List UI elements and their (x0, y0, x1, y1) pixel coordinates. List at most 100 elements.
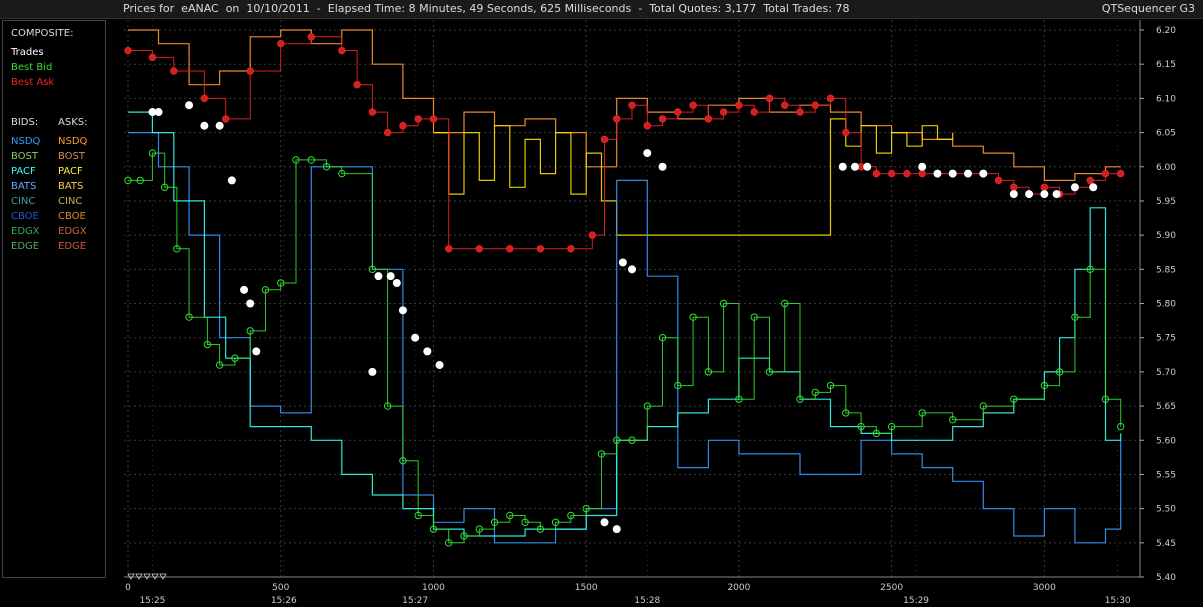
point-trade (154, 108, 163, 117)
point-trade (246, 299, 255, 308)
y-axis: 5.40 5.45 5.50 5.55 5.60 5.65 5.70 5.75 5.80 5.85… (1139, 20, 1176, 583)
x-time-label: 15:28 (634, 596, 660, 606)
point-best-ask (536, 245, 545, 253)
point-best-ask (445, 245, 453, 253)
point-best-ask (1117, 169, 1125, 178)
point-best-ask (994, 176, 1003, 185)
point-trade (658, 162, 667, 171)
point-best-ask (429, 115, 438, 123)
x-tick-label: 500 (272, 583, 289, 593)
point-best-ask (628, 101, 636, 109)
point-trade (964, 169, 972, 178)
point-best-ask (200, 94, 209, 103)
x-time-label: 15:26 (271, 596, 297, 606)
point-trade (185, 101, 194, 110)
point-trade (374, 272, 383, 281)
point-trade (1040, 190, 1049, 199)
point-trade (979, 169, 988, 178)
point-trade (1089, 183, 1098, 192)
point-trade (850, 162, 859, 171)
point-best-ask (1101, 169, 1110, 178)
point-trade (240, 285, 249, 294)
y-tick-label: 6.10 (1156, 94, 1176, 104)
point-best-ask (148, 53, 157, 62)
point-trade (386, 272, 395, 281)
point-best-ask (1086, 176, 1094, 185)
y-tick-label: 5.80 (1156, 300, 1176, 310)
point-best-ask (689, 101, 697, 109)
price-chart: 5.40 5.45 5.50 5.55 5.60 5.65 5.70 5.75 5.80 5.85… (124, 20, 1176, 606)
point-best-ask (277, 39, 285, 48)
point-best-ask (750, 108, 758, 116)
point-best-ask (643, 122, 651, 130)
y-tick-label: 6.05 (1156, 129, 1176, 139)
point-trade (423, 347, 432, 356)
y-tick-label: 5.65 (1156, 402, 1176, 412)
point-best-ask (353, 81, 361, 89)
point-trade (933, 169, 942, 178)
point-trade (1025, 190, 1034, 199)
point-trade (200, 121, 209, 130)
point-trade (1052, 190, 1061, 199)
point-best-ask (124, 46, 132, 55)
x-tick-label: 2000 (727, 583, 750, 593)
point-trade (643, 149, 652, 158)
y-tick-label: 5.60 (1156, 436, 1176, 446)
point-trade (435, 361, 444, 370)
y-tick-label: 5.45 (1156, 539, 1176, 549)
y-tick-label: 5.55 (1156, 470, 1176, 480)
point-best-ask (765, 94, 774, 103)
point-best-ask (222, 115, 230, 123)
point-trade (398, 306, 407, 315)
point-best-ask (368, 108, 377, 116)
point-trade (838, 162, 847, 171)
point-trade (628, 265, 636, 274)
point-trade (1009, 190, 1018, 199)
point-best-ask (658, 115, 667, 123)
point-best-ask (903, 169, 911, 178)
point-best-ask (781, 101, 789, 109)
point-best-ask (383, 128, 392, 137)
point-trade (392, 278, 401, 287)
point-best-ask (1010, 183, 1018, 191)
point-best-ask (1040, 183, 1049, 191)
point-best-ask (246, 67, 254, 75)
point-best-ask (588, 231, 596, 239)
point-trade (1070, 183, 1079, 192)
x-tick-label: 1500 (575, 583, 598, 593)
x-time-label: 15:30 (1105, 596, 1131, 606)
point-trade (612, 525, 621, 534)
x-tick-label: 3000 (1033, 583, 1056, 593)
point-best-ask (399, 122, 407, 130)
point-trade (618, 258, 627, 267)
point-best-ask (600, 135, 609, 144)
x-tick-label: 2500 (880, 583, 903, 593)
point-best-ask (338, 46, 346, 55)
y-tick-label: 5.95 (1156, 197, 1176, 207)
y-tick-label: 6.20 (1156, 26, 1176, 36)
x-axis: 0 500 1000 1500 2000 2500 3000 15:25 15:26 15:27 1… (124, 573, 1140, 606)
point-best-ask (872, 169, 881, 178)
point-best-ask (307, 33, 315, 41)
point-best-ask (735, 101, 743, 109)
x-time-label: 15:27 (402, 596, 428, 606)
point-trade (215, 121, 224, 130)
y-tick-label: 5.50 (1156, 505, 1176, 515)
y-tick-label: 5.75 (1156, 334, 1176, 344)
x-tick-label: 0 (125, 583, 131, 593)
point-trade (948, 169, 957, 178)
x-time-label: 15:29 (903, 596, 929, 606)
point-best-ask (719, 108, 728, 116)
y-tick-label: 5.90 (1156, 231, 1176, 241)
y-tick-label: 5.70 (1156, 368, 1176, 378)
point-trade (368, 367, 377, 376)
point-best-ask (414, 115, 422, 123)
point-best-ask (842, 128, 850, 137)
point-best-ask (674, 108, 682, 116)
point-trade (252, 347, 261, 356)
point-best-ask (796, 108, 804, 116)
y-tick-label: 6.00 (1156, 163, 1176, 173)
x-time-label: 15:25 (139, 596, 165, 606)
point-best-ask (613, 115, 621, 123)
point-best-ask (170, 67, 178, 75)
